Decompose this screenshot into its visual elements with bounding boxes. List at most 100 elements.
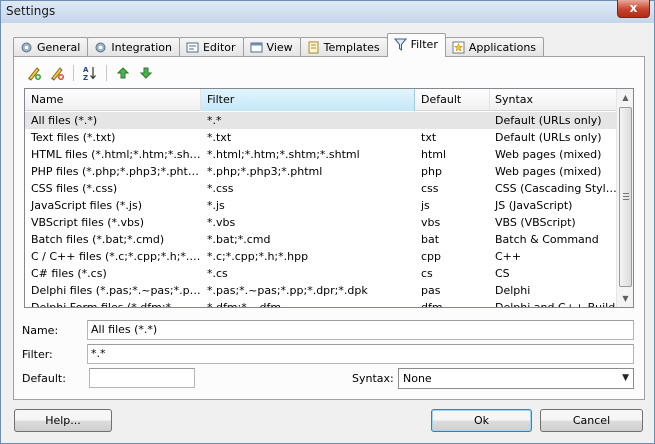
scrollbar-thumb[interactable] [619,107,632,287]
toolbar-separator [106,65,107,81]
grip-icon [623,193,629,200]
syntax-label: Syntax: [352,372,394,385]
tab-view[interactable]: View [242,37,301,57]
filter-label: Filter: [22,348,53,361]
cell-syntax: VBS (VBScript) [495,216,576,229]
cell-syntax: JS (JavaScript) [495,199,573,212]
cell-default: dfm [421,301,443,308]
cell-filter: *.bat;*.cmd [207,233,271,246]
scroll-up-arrow-icon[interactable]: ▲ [617,89,633,106]
default-field[interactable] [89,368,195,388]
cell-default: bat [421,233,440,246]
cell-syntax: Default (URLs only) [495,114,602,127]
tab-filter[interactable]: Filter [386,33,446,57]
list-item[interactable]: JavaScript files (*.js) *.js js JS (JavaScr… [25,197,617,214]
cell-name: C / C++ files (*.c;*.cpp;*.h;*.hpp) [31,250,201,263]
settings-window: Settings x General Integration Editor Vi… [0,0,655,444]
cell-filter: *.c;*.cpp;*.h;*.hpp [207,250,309,263]
cell-syntax: Default (URLs only) [495,131,602,144]
list-item[interactable]: Delphi files (*.pas;*.~pas;*.pp;*.dpr;*.… [25,282,617,299]
cell-name: Text files (*.txt) [31,131,116,144]
gear-icon [21,42,32,53]
filter-field[interactable]: *.* [87,344,634,364]
cell-syntax: C++ [495,250,522,263]
edit-filter-button[interactable] [47,63,67,83]
vertical-scrollbar[interactable]: ▲ ▼ [616,89,633,307]
tab-general[interactable]: General [13,37,89,57]
column-header-syntax[interactable]: Syntax [490,89,617,111]
window-title: Settings [6,4,56,18]
tab-filter-label: Filter [410,38,438,51]
cell-name: Delphi Form files (*.dfm;*.~dfm) [31,301,201,308]
scroll-down-arrow-icon[interactable]: ▼ [617,290,633,307]
cancel-button[interactable]: Cancel [540,409,643,432]
cell-default: pas [421,284,441,297]
syntax-select-value: None [403,372,432,385]
add-filter-icon [28,67,41,81]
list-item[interactable]: VBScript files (*.vbs) *.vbs vbs VBS (VBScr… [25,214,617,231]
filter-toolbar: A Z [24,63,156,83]
cell-filter: *.vbs [207,216,236,229]
tab-applications[interactable]: Applications [444,37,545,57]
close-button[interactable]: x [617,0,650,18]
edit-filter-icon [51,67,64,81]
list-item[interactable]: HTML files (*.html;*.htm;*.shtml) *.html;… [25,146,617,163]
cell-syntax: Delphi [495,284,531,297]
cell-name: JavaScript files (*.js) [31,199,142,212]
move-up-button[interactable] [113,63,133,83]
ok-button[interactable]: Ok [431,409,532,432]
cell-syntax: Web pages (mixed) [495,165,602,178]
column-header-name[interactable]: Name [25,89,201,111]
window-icon [250,42,263,53]
list-item[interactable]: All files (*.*) *.* Default (URLs only) [25,112,617,129]
star-icon [452,41,465,54]
cell-name: CSS files (*.css) [31,182,118,195]
add-filter-button[interactable] [24,63,44,83]
cell-filter: *.php;*.php3;*.phtml [207,165,323,178]
column-header-filter[interactable]: Filter [201,89,415,111]
list-item[interactable]: Batch files (*.bat;*.cmd) *.bat;*.cmd bat B… [25,231,617,248]
list-rows: All files (*.*) *.* Default (URLs only) Tex… [25,112,617,308]
cell-name: Delphi files (*.pas;*.~pas;*.pp;*.dpr;*.… [31,284,201,297]
list-item[interactable]: C# files (*.cs) *.cs cs CS [25,265,617,282]
filter-list[interactable]: Name Filter Default Syntax All files (*.… [24,88,634,308]
tab-templates[interactable]: Templates [299,37,388,57]
cell-filter: *.html;*.htm;*.shtm;*.shtml [207,148,360,161]
cell-filter: *.cs [207,267,228,280]
column-header-default[interactable]: Default [415,89,490,111]
cell-filter: *.dfm;*.~dfm [207,301,282,308]
filter-panel: A Z Name Filter Default Syntax All files… [13,56,645,400]
list-item[interactable]: Delphi Form files (*.dfm;*.~dfm) *.dfm;*.… [25,299,617,308]
list-item[interactable]: C / C++ files (*.c;*.cpp;*.h;*.hpp) *.c;*… [25,248,617,265]
syntax-select[interactable]: None ▼ [398,368,634,389]
title-bar: Settings x [1,0,654,23]
cell-syntax: Web pages (mixed) [495,148,602,161]
funnel-icon [393,38,407,51]
cell-syntax: CS [495,267,510,280]
cell-filter: *.css [207,182,234,195]
tab-general-label: General [37,41,81,54]
help-button[interactable]: Help... [14,409,112,432]
list-item[interactable]: PHP files (*.php;*.php3;*.phtml) *.php;*.… [25,163,617,180]
tab-templates-label: Templates [323,41,380,54]
tab-bar: General Integration Editor View Template… [13,33,545,57]
cell-default: cpp [421,250,442,263]
cell-name: VBScript files (*.vbs) [31,216,145,229]
tab-editor[interactable]: Editor [178,37,244,57]
list-item[interactable]: Text files (*.txt) *.txt txt Default (URLs … [25,129,617,146]
sort-top-letter: A [83,66,89,74]
tab-view-label: View [266,41,293,54]
toolbar-separator [73,65,74,81]
cell-syntax: Delphi and C++ Build [495,301,616,308]
cell-name: All files (*.*) [31,114,98,127]
cell-default: vbs [421,216,441,229]
move-down-button[interactable] [136,63,156,83]
cell-filter: *.* [207,114,222,127]
tab-integration[interactable]: Integration [87,37,180,57]
move-down-icon [140,67,152,79]
sort-button[interactable]: A Z [80,63,100,83]
move-up-icon [117,67,129,79]
name-field[interactable]: All files (*.*) [87,320,634,340]
list-item[interactable]: CSS files (*.css) *.css css CSS (Cascading … [25,180,617,197]
default-label: Default: [22,372,66,385]
